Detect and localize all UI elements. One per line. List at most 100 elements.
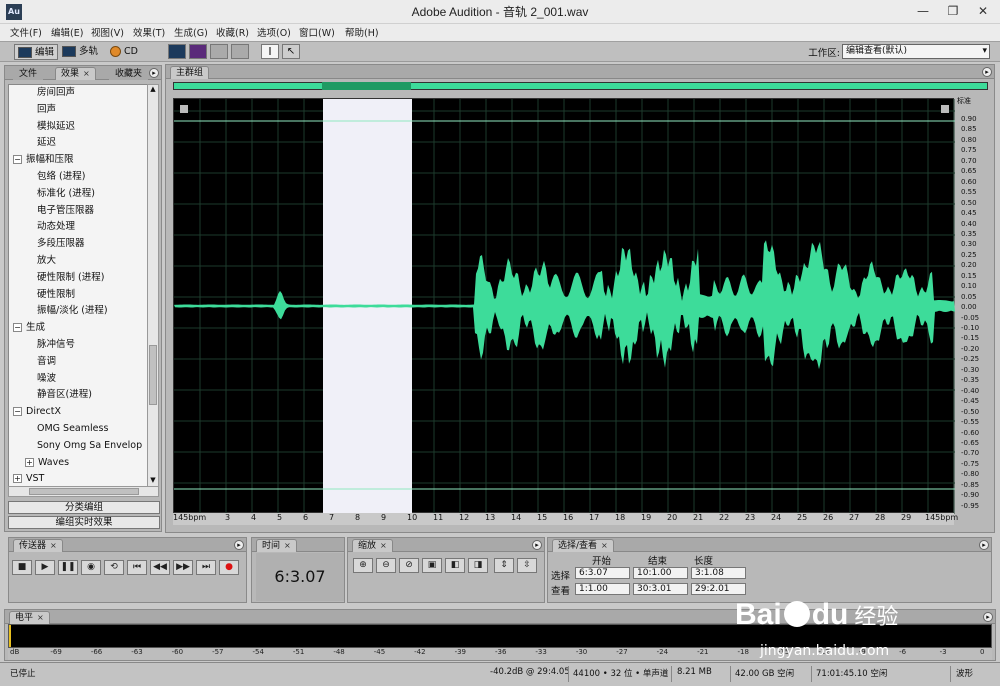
minimize-button[interactable]: — xyxy=(908,0,938,22)
group-realtime-effects-button[interactable]: 编组实时效果 xyxy=(8,516,160,529)
tab-transport[interactable]: 传送器 × xyxy=(13,539,63,552)
tab-files[interactable]: 文件 xyxy=(13,67,44,80)
phase-display-icon[interactable] xyxy=(231,44,249,59)
cd-view-button[interactable]: CD xyxy=(110,44,138,60)
tree-item[interactable]: 多段压限器 xyxy=(37,236,85,252)
view-length-field[interactable]: 29:2.01 xyxy=(691,583,746,595)
tab-time[interactable]: 时间 × xyxy=(256,539,297,552)
zoom-right-edge-icon[interactable]: ◨ xyxy=(468,558,488,573)
tree-item[interactable]: 脉冲信号 xyxy=(37,337,75,353)
overview-bar[interactable] xyxy=(173,82,988,90)
tree-item[interactable]: 噪波 xyxy=(37,371,56,387)
panel-menu-icon[interactable]: ▸ xyxy=(982,67,992,77)
collapse-icon[interactable]: − xyxy=(13,407,22,417)
marquee-tool-icon[interactable]: ↖ xyxy=(282,44,300,59)
close-icon[interactable]: × xyxy=(380,541,387,550)
tree-item[interactable]: 硬性限制 xyxy=(37,287,75,303)
tree-item[interactable]: 振幅/淡化 (进程) xyxy=(37,303,108,319)
edit-view-button[interactable]: 编辑 xyxy=(14,44,59,60)
tab-favorites[interactable]: 收藏夹 xyxy=(109,67,149,80)
tree-item[interactable]: + Waves xyxy=(25,455,69,471)
menu-generate[interactable]: 生成(G) xyxy=(174,25,208,39)
menu-view[interactable]: 视图(V) xyxy=(91,25,124,39)
loop-icon[interactable]: ⟲ xyxy=(104,560,124,575)
menu-help[interactable]: 帮助(H) xyxy=(345,25,379,39)
scroll-down-icon[interactable]: ▼ xyxy=(148,476,158,486)
waveform-canvas[interactable] xyxy=(174,99,955,514)
menu-edit[interactable]: 编辑(E) xyxy=(51,25,83,39)
scroll-up-icon[interactable]: ▲ xyxy=(148,85,158,95)
tree-item[interactable]: 硬性限制 (进程) xyxy=(37,270,104,286)
zoom-to-selection-icon[interactable]: ▣ xyxy=(422,558,442,573)
scroll-thumb[interactable] xyxy=(149,345,157,405)
tree-item[interactable]: Sony Omg Sa Envelop xyxy=(37,438,142,454)
menu-file[interactable]: 文件(F) xyxy=(10,25,42,39)
menu-effects[interactable]: 效果(T) xyxy=(133,25,165,39)
tree-horizontal-scrollbar[interactable] xyxy=(8,486,159,497)
collapse-icon[interactable]: − xyxy=(13,323,22,333)
close-icon[interactable]: × xyxy=(37,613,44,622)
close-icon[interactable]: × xyxy=(83,69,90,78)
rewind-icon[interactable]: ◀◀ xyxy=(150,560,170,575)
panel-menu-icon[interactable]: ▸ xyxy=(983,612,993,622)
record-icon[interactable]: ● xyxy=(219,560,239,575)
waveform-display-icon[interactable] xyxy=(168,44,186,59)
expand-icon[interactable]: + xyxy=(13,474,22,484)
selection-start-field[interactable]: 6:3.07 xyxy=(575,567,630,579)
zoom-out-vertical-icon[interactable]: ⇳ xyxy=(517,558,537,573)
tab-level[interactable]: 电平 × xyxy=(9,611,50,624)
panel-menu-icon[interactable]: ▸ xyxy=(979,540,989,550)
tab-zoom[interactable]: 缩放 × xyxy=(352,539,393,552)
tree-item[interactable]: 放大 xyxy=(37,253,56,269)
tree-item[interactable]: + VST xyxy=(13,471,44,486)
menu-favorites[interactable]: 收藏(R) xyxy=(216,25,249,39)
tree-item[interactable]: 包络 (进程) xyxy=(37,169,85,185)
time-ruler[interactable]: 145bpm 3 4 5 6 7 8 9 10 11 12 13 14 15 16 17 18 19 20 21 22 2… xyxy=(173,513,958,525)
close-button[interactable]: ✕ xyxy=(968,0,998,22)
tree-item[interactable]: 音调 xyxy=(37,354,56,370)
selection-end-field[interactable]: 10:1.00 xyxy=(633,567,688,579)
menu-options[interactable]: 选项(O) xyxy=(257,25,291,39)
go-start-icon[interactable]: ⏮ xyxy=(127,560,147,575)
zoom-in-vertical-icon[interactable]: ⇕ xyxy=(494,558,514,573)
menu-window[interactable]: 窗口(W) xyxy=(299,25,335,39)
view-start-field[interactable]: 1:1.00 xyxy=(575,583,630,595)
tree-item[interactable]: 标准化 (进程) xyxy=(37,186,95,202)
waveform-display[interactable] xyxy=(173,98,955,514)
panel-menu-icon[interactable]: ▸ xyxy=(234,540,244,550)
time-selection-tool-icon[interactable]: I xyxy=(261,44,279,59)
tree-vertical-scrollbar[interactable]: ▲ ▼ xyxy=(147,84,159,487)
collapse-icon[interactable]: − xyxy=(13,155,22,165)
pan-display-icon[interactable] xyxy=(210,44,228,59)
overview-thumb[interactable] xyxy=(322,82,411,90)
panel-menu-icon[interactable]: ▸ xyxy=(532,540,542,550)
scroll-thumb[interactable] xyxy=(29,488,139,495)
zoom-out-horizontal-icon[interactable]: ⊖ xyxy=(376,558,396,573)
selection-length-field[interactable]: 3:1.08 xyxy=(691,567,746,579)
go-end-icon[interactable]: ⏭ xyxy=(196,560,216,575)
pause-icon[interactable]: ❚❚ xyxy=(58,560,78,575)
tree-item[interactable]: OMG Seamless xyxy=(37,421,108,437)
close-icon[interactable]: × xyxy=(284,541,291,550)
multitrack-view-button[interactable]: 多轨 xyxy=(62,44,98,60)
view-end-field[interactable]: 30:3.01 xyxy=(633,583,688,595)
workspace-select[interactable]: 编辑查看(默认) ▾ xyxy=(842,44,990,59)
tree-item[interactable]: 回声 xyxy=(37,102,56,118)
tree-item[interactable]: 延迟 xyxy=(37,135,56,151)
group-by-category-button[interactable]: 分类编组 xyxy=(8,501,160,514)
tree-item[interactable]: − 振幅和压限 xyxy=(13,152,74,168)
zoom-in-horizontal-icon[interactable]: ⊕ xyxy=(353,558,373,573)
close-icon[interactable]: × xyxy=(601,541,608,550)
tree-item[interactable]: 房间回声 xyxy=(37,85,75,101)
play-cursor-icon[interactable]: ◉ xyxy=(81,560,101,575)
play-icon[interactable]: ▶ xyxy=(35,560,55,575)
tree-item[interactable]: 模拟延迟 xyxy=(37,119,75,135)
spectral-display-icon[interactable] xyxy=(189,44,207,59)
tree-item[interactable]: − 生成 xyxy=(13,320,45,336)
tree-item[interactable]: 电子管压限器 xyxy=(37,203,94,219)
stop-icon[interactable]: ■ xyxy=(12,560,32,575)
tree-item[interactable]: 动态处理 xyxy=(37,219,75,235)
tree-item[interactable]: 静音区(进程) xyxy=(37,387,92,403)
tab-main-group[interactable]: 主群组 xyxy=(170,66,210,79)
panel-menu-icon[interactable]: ▸ xyxy=(149,68,159,78)
